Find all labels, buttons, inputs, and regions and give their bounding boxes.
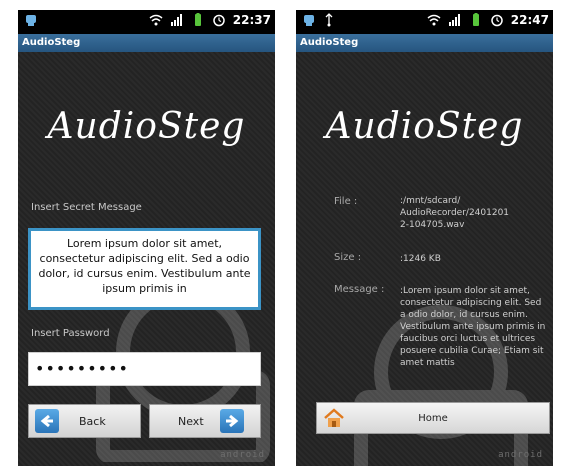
usb-icon (302, 13, 316, 27)
password-input[interactable]: ••••••••• (28, 352, 261, 386)
secret-message-input[interactable]: Lorem ipsum dolor sit amet, consectetur … (28, 228, 261, 310)
message-value: :Lorem ipsum dolor sit amet, consectetur… (400, 286, 546, 368)
home-button[interactable]: Home (316, 402, 550, 434)
arrow-left-icon (35, 409, 59, 433)
android-logo-text: android (220, 450, 265, 460)
next-button-label: Next (178, 414, 204, 428)
status-time: 22:47 (510, 13, 549, 27)
signal-icon (170, 13, 184, 27)
back-button-label: Back (79, 414, 106, 428)
message-label: Message : (334, 284, 385, 295)
next-button[interactable]: Next (149, 404, 261, 438)
status-bar: 22:37 (18, 10, 275, 34)
password-label: Insert Password (31, 328, 110, 339)
arrow-right-icon (219, 409, 244, 433)
size-label: Size : (334, 252, 362, 263)
battery-icon (191, 13, 205, 27)
battery-icon (469, 13, 483, 27)
alarm-icon (490, 13, 504, 27)
size-value: :1246 KB (400, 254, 441, 264)
home-button-label: Home (418, 412, 448, 424)
app-title-bar: AudioSteg (296, 34, 553, 52)
file-value: :/mnt/sdcard/ AudioRecorder/2401201 2-10… (400, 196, 510, 230)
wifi-icon (149, 13, 163, 27)
alarm-icon (212, 13, 226, 27)
android-logo-text: android (498, 450, 543, 460)
usb-icon (24, 13, 38, 27)
app-logo-text: AudioSteg (47, 106, 246, 147)
app-logo-text: AudioSteg (325, 106, 524, 147)
status-bar: 22:47 (296, 10, 553, 34)
app-title-bar: AudioSteg (18, 34, 275, 52)
signal-icon (448, 13, 462, 27)
wifi-icon (427, 13, 441, 27)
content-area: AudioSteg Insert Secret Message Lorem ip… (18, 52, 275, 466)
back-button[interactable]: Back (28, 404, 141, 438)
status-time: 22:37 (232, 13, 271, 27)
usb-connection-icon (322, 13, 336, 27)
secret-message-label: Insert Secret Message (31, 202, 142, 213)
file-label: File : (334, 196, 358, 207)
phone-info-screen: 22:47 AudioSteg AudioSteg File : :/mnt/s… (296, 10, 553, 466)
phone-encode-screen: 22:37 AudioSteg AudioSteg Insert Secret … (18, 10, 275, 466)
content-area: AudioSteg File : :/mnt/sdcard/ AudioReco… (296, 52, 553, 466)
